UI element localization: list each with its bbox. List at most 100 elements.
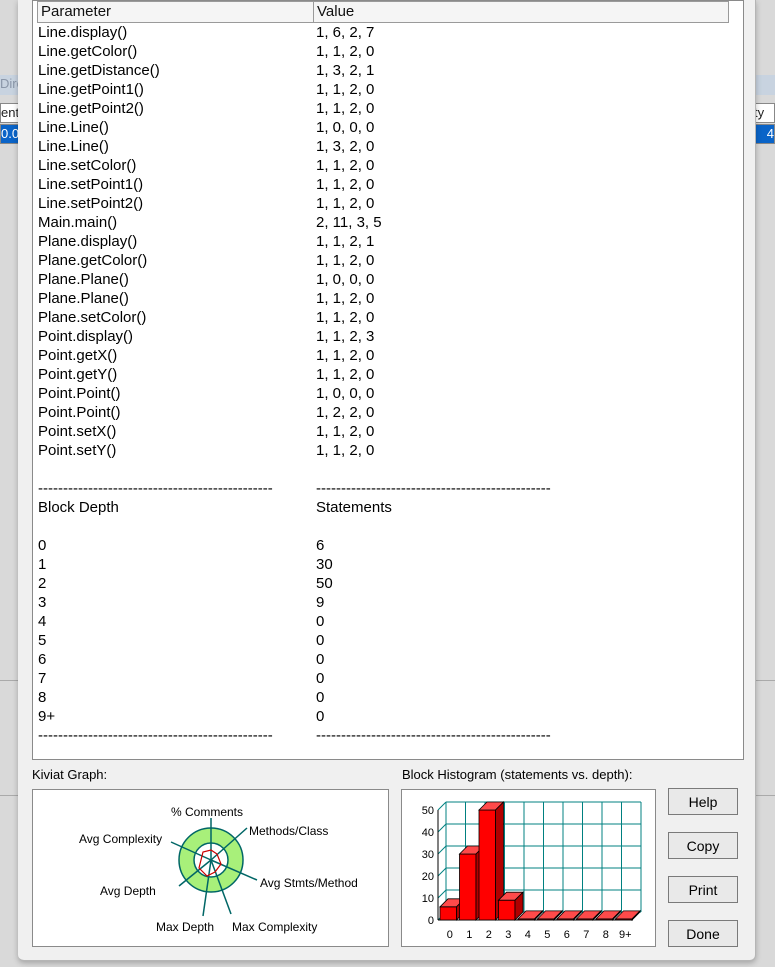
- table-row: Line.getPoint1() 1, 1, 2, 0: [38, 80, 728, 99]
- histogram-svg: 0 10 20 30 40 50 0 1 2 3 4 5 6 7 8 9+: [422, 801, 642, 941]
- value-cell: 1, 1, 2, 1: [316, 233, 375, 250]
- y-tick-label: 50: [422, 805, 434, 817]
- parameter-cell: Block Depth: [38, 499, 119, 516]
- table-row: Line.setPoint2() 1, 1, 2, 0: [38, 194, 728, 213]
- value-cell: 1, 3, 2, 0: [316, 138, 375, 155]
- table-row: Line.getDistance() 1, 3, 2, 1: [38, 61, 728, 80]
- parameter-cell: 2: [38, 575, 47, 592]
- x-tick-label: 1: [466, 929, 472, 941]
- kiviat-axis-avg-stmts: Avg Stmts/Method: [260, 876, 358, 890]
- parameter-cell: 3: [38, 594, 47, 611]
- background-cell: ty: [753, 103, 775, 123]
- histogram-bar: [478, 809, 496, 921]
- print-button[interactable]: Print: [668, 876, 738, 903]
- parameter-cell: Line.getPoint1(): [38, 81, 144, 98]
- kiviat-axis-max-depth: Max Depth: [156, 920, 214, 934]
- value-cell: [316, 517, 728, 536]
- value-cell: 1, 0, 0, 0: [316, 385, 375, 402]
- parameter-cell: Line.getDistance(): [38, 62, 160, 79]
- parameter-cell: Line.display(): [38, 24, 128, 41]
- kiviat-axis-avg-complexity: Avg Complexity: [79, 832, 162, 846]
- copy-button[interactable]: Copy: [668, 832, 738, 859]
- parameter-cell: Point.getY(): [38, 366, 118, 383]
- value-cell: 0: [316, 708, 325, 725]
- parameter-cell: 4: [38, 613, 47, 630]
- table-row: Line.getPoint2() 1, 1, 2, 0: [38, 99, 728, 118]
- y-tick-label: 30: [422, 849, 434, 861]
- kiviat-axis-max-complexity: Max Complexity: [232, 920, 317, 934]
- parameter-cell: Point.Point(): [38, 385, 121, 402]
- grid-line: [437, 845, 447, 855]
- parameter-cell: [38, 517, 316, 536]
- table-row: Point.display() 1, 1, 2, 3: [38, 327, 728, 346]
- table-row: 06: [38, 536, 728, 555]
- x-tick-label: 5: [544, 929, 550, 941]
- x-tick-label: 2: [486, 929, 492, 941]
- histogram-bar: [498, 899, 516, 921]
- value-cell: 1, 1, 2, 0: [316, 442, 375, 459]
- table-row: Line.Line() 1, 0, 0, 0: [38, 118, 728, 137]
- parameter-cell: 9+: [38, 708, 56, 725]
- table-row: 1 30: [38, 555, 728, 574]
- value-cell: 1, 3, 2, 1: [316, 62, 375, 79]
- table-row: Point.getY() 1, 1, 2, 0: [38, 365, 728, 384]
- table-row: Main.main() 2, 11, 3, 5: [38, 213, 728, 232]
- x-tick-label: 8: [603, 929, 609, 941]
- table-row: Plane.setColor() 1, 1, 2, 0: [38, 308, 728, 327]
- help-button[interactable]: Help: [668, 788, 738, 815]
- table-row: Point.setY() 1, 1, 2, 0: [38, 441, 728, 460]
- table-row: Point.Point() 1, 2, 2, 0: [38, 403, 728, 422]
- x-tick-label: 4: [525, 929, 531, 941]
- value-cell: 2, 11, 3, 5: [316, 214, 382, 231]
- table-row: 2 50: [38, 574, 728, 593]
- parameter-cell: Point.setY(): [38, 442, 117, 459]
- background-cell-selected: 4: [753, 124, 775, 144]
- value-cell: 0: [316, 670, 325, 687]
- grid-line: [437, 823, 447, 833]
- table-row: 40: [38, 612, 728, 631]
- parameter-cell: Plane.getColor(): [38, 252, 148, 269]
- y-tick-label: 10: [422, 893, 434, 905]
- value-cell: 1, 1, 2, 0: [316, 43, 375, 60]
- metrics-dialog: Parameter Value Line.display() 1, 6, 2, 7…: [18, 0, 756, 961]
- value-cell: 0: [316, 613, 325, 630]
- column-header-parameter[interactable]: Parameter: [38, 2, 314, 22]
- parameter-cell: Line.getPoint2(): [38, 100, 144, 117]
- y-tick-label: 0: [428, 915, 434, 927]
- parameter-cell: Plane.setColor(): [38, 309, 147, 326]
- x-tick-label: 9+: [619, 929, 632, 941]
- table-row: Point.Point() 1, 0, 0, 0: [38, 384, 728, 403]
- x-tick-label: 7: [583, 929, 589, 941]
- table-row: [38, 517, 728, 536]
- parameter-cell: 8: [38, 689, 47, 706]
- x-tick-label: 6: [564, 929, 570, 941]
- value-cell: 1, 1, 2, 0: [316, 347, 375, 364]
- histogram-bar: [459, 853, 477, 921]
- parameter-cell: Line.setColor(): [38, 157, 137, 174]
- done-button[interactable]: Done: [668, 920, 738, 947]
- parameter-cell: Line.Line(): [38, 119, 109, 136]
- table-row: Line.Line() 1, 3, 2, 0: [38, 137, 728, 156]
- value-cell: 6: [316, 537, 325, 554]
- kiviat-svg: % Comments Methods/Class Avg Stmts/Metho…: [79, 805, 358, 934]
- parameter-cell: 0: [38, 537, 47, 554]
- table-row: ----------------------------------------…: [38, 726, 728, 745]
- value-cell: 1, 1, 2, 0: [316, 81, 375, 98]
- value-cell: 1, 1, 2, 0: [316, 366, 375, 383]
- histogram-bar: [439, 906, 457, 921]
- table-row: Point.getX() 1, 1, 2, 0: [38, 346, 728, 365]
- table-row: Line.setColor() 1, 1, 2, 0: [38, 156, 728, 175]
- grid-line: [437, 889, 447, 899]
- parameter-cell: ----------------------------------------…: [38, 480, 273, 497]
- table-row: Line.display() 1, 6, 2, 7: [38, 23, 728, 42]
- table-row: 39: [38, 593, 728, 612]
- kiviat-axis-comments: % Comments: [171, 805, 243, 819]
- metrics-table: Parameter Value Line.display() 1, 6, 2, 7…: [32, 0, 744, 760]
- parameter-cell: Line.Line(): [38, 138, 109, 155]
- kiviat-axis-avg-depth: Avg Depth: [100, 884, 156, 898]
- column-header-value[interactable]: Value: [314, 2, 728, 22]
- y-tick-label: 20: [422, 871, 434, 883]
- parameter-cell: Point.getX(): [38, 347, 118, 364]
- parameter-cell: 7: [38, 670, 47, 687]
- kiviat-graph: % Comments Methods/Class Avg Stmts/Metho…: [32, 789, 389, 947]
